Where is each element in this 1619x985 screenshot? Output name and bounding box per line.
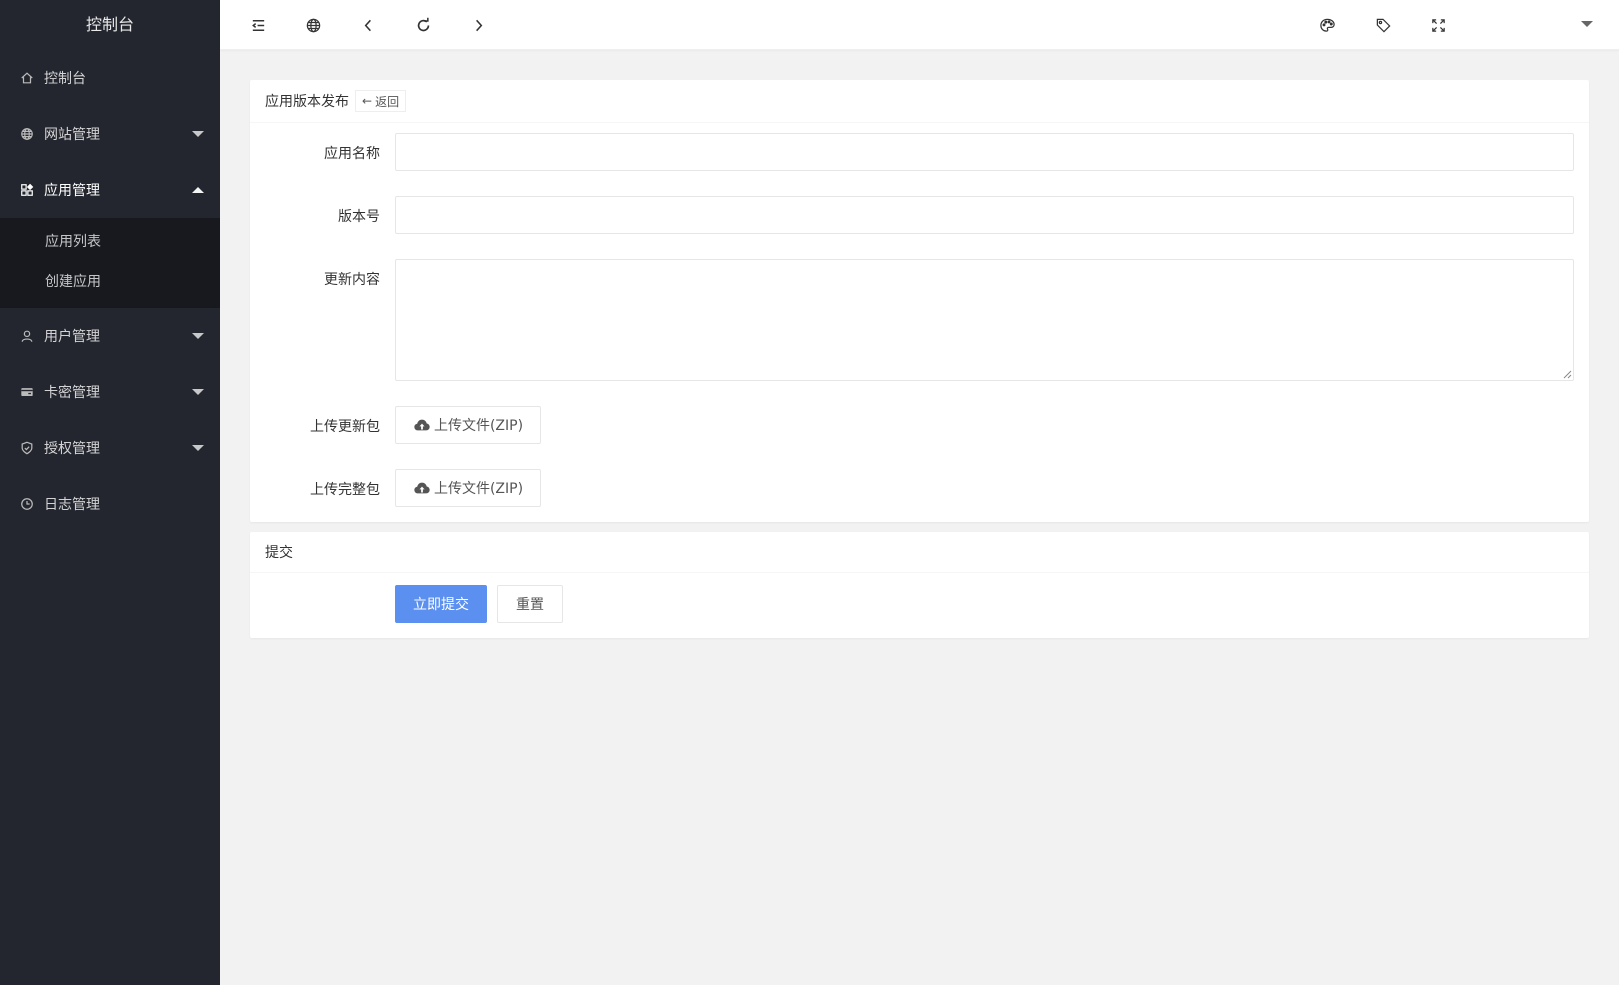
sidebar: 控制台 控制台 网站管理 应用管理 应用列表 创建应用 用户管理 卡密管理 授权… (0, 0, 220, 985)
sidebar-item-auth[interactable]: 授权管理 (0, 420, 220, 476)
theme-button[interactable] (1302, 0, 1352, 50)
sidebar-item-apps[interactable]: 应用管理 (0, 162, 220, 218)
arrow-left-icon: ← (362, 94, 373, 108)
top-header (220, 0, 1619, 50)
apps-icon (20, 183, 34, 197)
sidebar-item-logs[interactable]: 日志管理 (0, 476, 220, 532)
sidebar-item-users[interactable]: 用户管理 (0, 308, 220, 364)
globe-icon (306, 18, 320, 32)
card-title: 应用版本发布 (265, 94, 349, 110)
app-name-label: 应用名称 (324, 146, 380, 162)
back-button[interactable]: ← 返回 (355, 90, 407, 112)
menu-fold-icon (251, 19, 264, 31)
clock-icon (20, 497, 34, 511)
sidebar-item-label: 卡密管理 (44, 385, 100, 401)
upload-full-package-button[interactable]: 上传文件(ZIP) (395, 469, 541, 507)
sidebar-logo[interactable]: 控制台 (0, 0, 220, 50)
sidebar-item-label: 控制台 (44, 71, 86, 87)
cloud-upload-icon (414, 482, 430, 494)
submit-card-title: 提交 (265, 545, 293, 561)
update-content-label: 更新内容 (324, 272, 380, 288)
reset-button[interactable]: 重置 (497, 585, 563, 623)
card-header: 应用版本发布 ← 返回 (250, 80, 1589, 123)
sidebar-item-label: 应用管理 (44, 183, 100, 199)
sidebar-item-website[interactable]: 网站管理 (0, 106, 220, 162)
submit-card-header: 提交 (250, 532, 1589, 573)
submenu-item-create-app[interactable]: 创建应用 (0, 262, 220, 302)
cloud-upload-icon (414, 419, 430, 431)
sidebar-item-cards[interactable]: 卡密管理 (0, 364, 220, 420)
shield-icon (20, 441, 34, 455)
chevron-down-icon (192, 389, 204, 395)
version-label: 版本号 (338, 209, 380, 225)
chevron-right-icon (475, 19, 482, 31)
user-icon (20, 329, 34, 343)
refresh-button[interactable] (398, 0, 448, 50)
apps-submenu: 应用列表 创建应用 (0, 218, 220, 308)
submenu-item-app-list[interactable]: 应用列表 (0, 222, 220, 262)
fullscreen-button[interactable] (1413, 0, 1463, 50)
chevron-down-icon[interactable] (1581, 21, 1593, 27)
menu-fold-button[interactable] (233, 0, 283, 50)
fullscreen-icon (1431, 18, 1445, 32)
chevron-down-icon (192, 131, 204, 137)
app-name-input[interactable] (395, 133, 1574, 171)
refresh-icon (417, 17, 429, 31)
submit-card: 提交 立即提交 重置 (250, 532, 1589, 638)
palette-icon (1319, 18, 1335, 32)
sidebar-item-dashboard[interactable]: 控制台 (0, 50, 220, 106)
chevron-down-icon (192, 333, 204, 339)
tag-icon (1376, 18, 1391, 33)
version-release-card: 应用版本发布 ← 返回 应用名称 版本号 更新内容 上传更新包 上传文件(ZIP… (250, 80, 1589, 522)
version-input[interactable] (395, 196, 1574, 234)
home-icon (20, 71, 34, 85)
sidebar-item-label: 用户管理 (44, 329, 100, 345)
upload-update-package-button[interactable]: 上传文件(ZIP) (395, 406, 541, 444)
globe-icon (20, 127, 34, 141)
back-nav-button[interactable] (343, 0, 393, 50)
chevron-up-icon (192, 187, 204, 193)
forward-nav-button[interactable] (453, 0, 503, 50)
sidebar-item-label: 网站管理 (44, 127, 100, 143)
update-content-textarea[interactable] (395, 259, 1574, 381)
website-button[interactable] (288, 0, 338, 50)
resize-grip-icon[interactable] (1563, 370, 1572, 379)
card-icon (20, 385, 34, 399)
tag-button[interactable] (1358, 0, 1408, 50)
update-package-label: 上传更新包 (310, 419, 380, 435)
chevron-left-icon (364, 19, 371, 31)
sidebar-item-label: 日志管理 (44, 497, 100, 513)
submit-button[interactable]: 立即提交 (395, 585, 487, 623)
sidebar-item-label: 授权管理 (44, 441, 100, 457)
full-package-label: 上传完整包 (310, 482, 380, 498)
chevron-down-icon (192, 445, 204, 451)
